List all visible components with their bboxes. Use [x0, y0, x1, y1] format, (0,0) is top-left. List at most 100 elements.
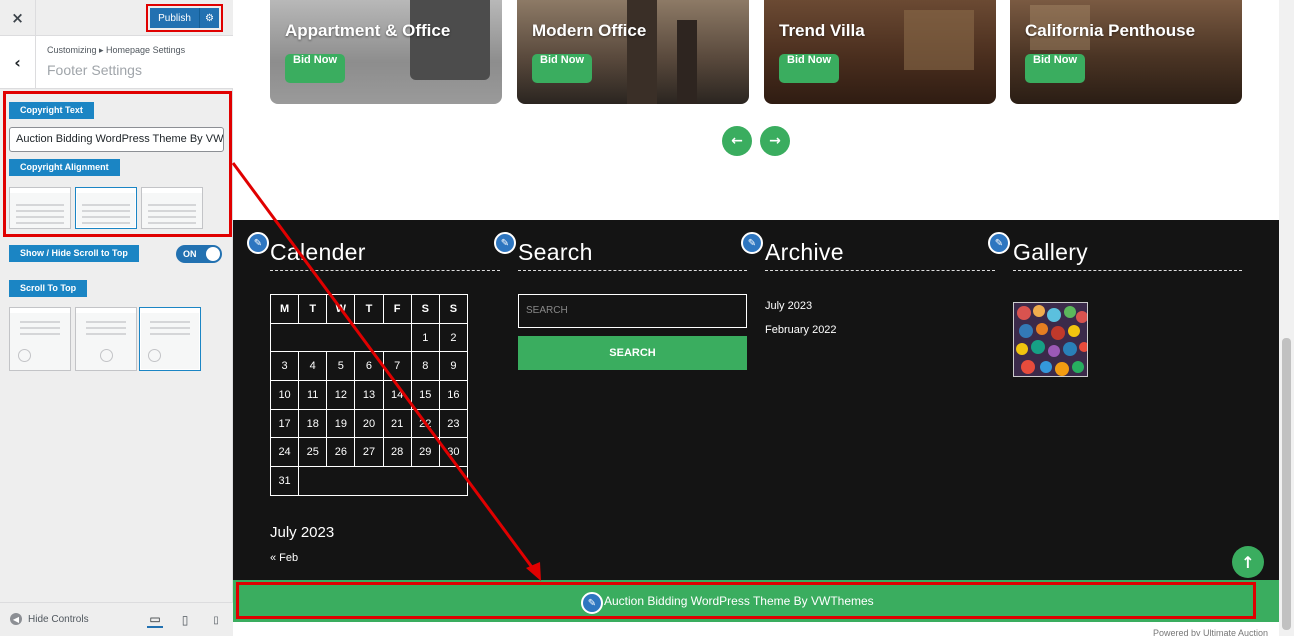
bid-now-button[interactable]: Bid Now: [285, 54, 345, 83]
desktop-icon[interactable]: ▭: [147, 612, 163, 628]
bid-now-button[interactable]: Bid Now: [779, 54, 839, 83]
calendar-pad: [298, 466, 468, 496]
calendar-day: 22: [410, 408, 440, 439]
calendar-day: 3: [269, 351, 300, 382]
tablet-icon[interactable]: ▯: [177, 612, 193, 628]
alignment-center-option[interactable]: [75, 187, 137, 229]
bid-now-button[interactable]: Bid Now: [532, 54, 592, 83]
publish-button[interactable]: Publish ⚙: [150, 8, 219, 28]
mobile-icon[interactable]: ▯: [208, 612, 224, 628]
calendar-day-header: T: [298, 294, 328, 324]
site-footer: ✎ Calender MTWTFSS 1 2 3 4 5 6 7 8 9 10 11 12 13 14 15…: [233, 220, 1279, 580]
card-image: [627, 0, 657, 104]
calendar-caption: July 2023: [270, 524, 335, 541]
edit-pencil-icon[interactable]: ✎: [741, 232, 763, 254]
breadcrumb: Customizing ▸ Homepage Settings: [47, 45, 186, 55]
search-button[interactable]: SEARCH: [518, 336, 747, 370]
calendar-day-header: M: [269, 294, 300, 324]
gear-icon[interactable]: ⚙: [199, 8, 219, 28]
property-card[interactable]: Trend Villa Bid Now: [764, 0, 996, 104]
calendar-day-header: T: [354, 294, 384, 324]
calendar-day: 23: [438, 408, 469, 439]
archive-link[interactable]: February 2022: [765, 324, 837, 336]
calendar-day: 26: [326, 437, 356, 468]
edit-pencil-icon[interactable]: ✎: [581, 592, 603, 614]
divider: [1013, 270, 1242, 271]
customizer-sidebar: × Publish ⚙ ‹ Customizing ▸ Homepage Set…: [0, 0, 233, 636]
back-chevron-icon[interactable]: ‹: [0, 36, 36, 88]
hide-controls-label: Hide Controls: [28, 613, 89, 625]
calendar-day: 6: [354, 351, 384, 382]
collapse-icon: ◀: [10, 613, 22, 625]
scroll-right-option[interactable]: [139, 307, 201, 371]
calendar-day: 14: [382, 380, 412, 410]
calendar-pad: [270, 322, 412, 353]
calendar-day: 20: [354, 408, 384, 439]
property-card[interactable]: California Penthouse Bid Now: [1010, 0, 1242, 104]
calendar-prev-link[interactable]: « Feb: [270, 552, 298, 564]
card-title: Appartment & Office: [285, 21, 451, 40]
arrow-up-icon: [148, 349, 161, 362]
powered-by-text: Powered by Ultimate Auction: [1152, 628, 1268, 636]
copyright-text-label: Copyright Text: [9, 102, 94, 119]
bottom-strip: [233, 622, 1279, 636]
alignment-right-option[interactable]: [141, 187, 203, 229]
calendar-day: 7: [382, 351, 412, 382]
calendar-week-row: 12: [270, 322, 469, 353]
toggle-state: ON: [183, 249, 197, 259]
divider: [765, 270, 995, 271]
scroll-center-option[interactable]: [75, 307, 137, 371]
calendar-day: 21: [382, 408, 412, 439]
customizer-footer: ◀ Hide Controls ▭ ▯ ▯: [0, 602, 233, 636]
search-title: Search: [518, 239, 593, 265]
calendar-day: 16: [438, 380, 469, 410]
calendar-day: 29: [410, 437, 440, 468]
alignment-left-option[interactable]: [9, 187, 71, 229]
carousel-prev-button[interactable]: ←: [722, 126, 752, 156]
edit-pencil-icon[interactable]: ✎: [247, 232, 269, 254]
close-icon[interactable]: ×: [0, 0, 36, 36]
search-input[interactable]: SEARCH: [518, 294, 747, 328]
gallery-image[interactable]: [1013, 302, 1088, 377]
copyright-text: Auction Bidding WordPress Theme By VWThe…: [604, 594, 874, 608]
calendar-day: 31: [269, 466, 300, 496]
calendar-day: 27: [354, 437, 384, 468]
calendar-day: 5: [326, 351, 356, 382]
property-card[interactable]: Modern Office Bid Now: [517, 0, 749, 104]
calendar-header-row: MTWTFSS: [269, 294, 469, 324]
copyright-text-input[interactable]: Auction Bidding WordPress Theme By VWThe…: [9, 127, 224, 152]
arrow-up-icon: [100, 349, 113, 362]
scroll-to-top-button[interactable]: ↑: [1232, 546, 1264, 578]
calendar-week-row: 17 18 19 20 21 22 23: [269, 408, 469, 439]
calendar-day-header: S: [438, 294, 469, 324]
calendar-day: 9: [438, 351, 469, 382]
calendar-day: 2: [438, 322, 469, 353]
bid-now-button[interactable]: Bid Now: [1025, 54, 1085, 83]
calendar-day: 25: [298, 437, 328, 468]
calendar-day: 8: [410, 351, 440, 382]
calendar-week-row: 10 11 12 13 14 15 16: [269, 380, 469, 410]
calendar-week-row: 31: [269, 466, 468, 496]
edit-pencil-icon[interactable]: ✎: [988, 232, 1010, 254]
hide-controls-button[interactable]: ◀ Hide Controls: [10, 613, 89, 625]
scroll-to-top-label: Scroll To Top: [9, 280, 88, 297]
site-preview: Appartment & Office Bid Now Modern Offic…: [233, 0, 1294, 636]
calendar-day-header: F: [382, 294, 412, 324]
scroll-toggle-switch[interactable]: ON: [176, 245, 222, 263]
calendar-day: 28: [382, 437, 412, 468]
scroll-left-option[interactable]: [9, 307, 71, 371]
edit-pencil-icon[interactable]: ✎: [494, 232, 516, 254]
divider: [518, 270, 747, 271]
calendar-body: 1 2 3 4 5 6 7 8 9 10 11 12 13 14 15 16 17 18 19 20 21 22 23 24 2…: [269, 322, 469, 496]
card-title: Trend Villa: [779, 21, 865, 40]
card-image: [904, 10, 974, 70]
calendar-day: 15: [410, 380, 440, 410]
copyright-alignment-label: Copyright Alignment: [9, 159, 120, 176]
carousel-next-button[interactable]: →: [760, 126, 790, 156]
divider: [270, 270, 500, 271]
scrollbar-thumb[interactable]: [1282, 338, 1291, 630]
archive-link[interactable]: July 2023: [765, 300, 812, 312]
card-title: Modern Office: [532, 21, 647, 40]
property-card[interactable]: Appartment & Office Bid Now: [270, 0, 502, 104]
calendar-week-row: 3456789: [269, 351, 469, 382]
